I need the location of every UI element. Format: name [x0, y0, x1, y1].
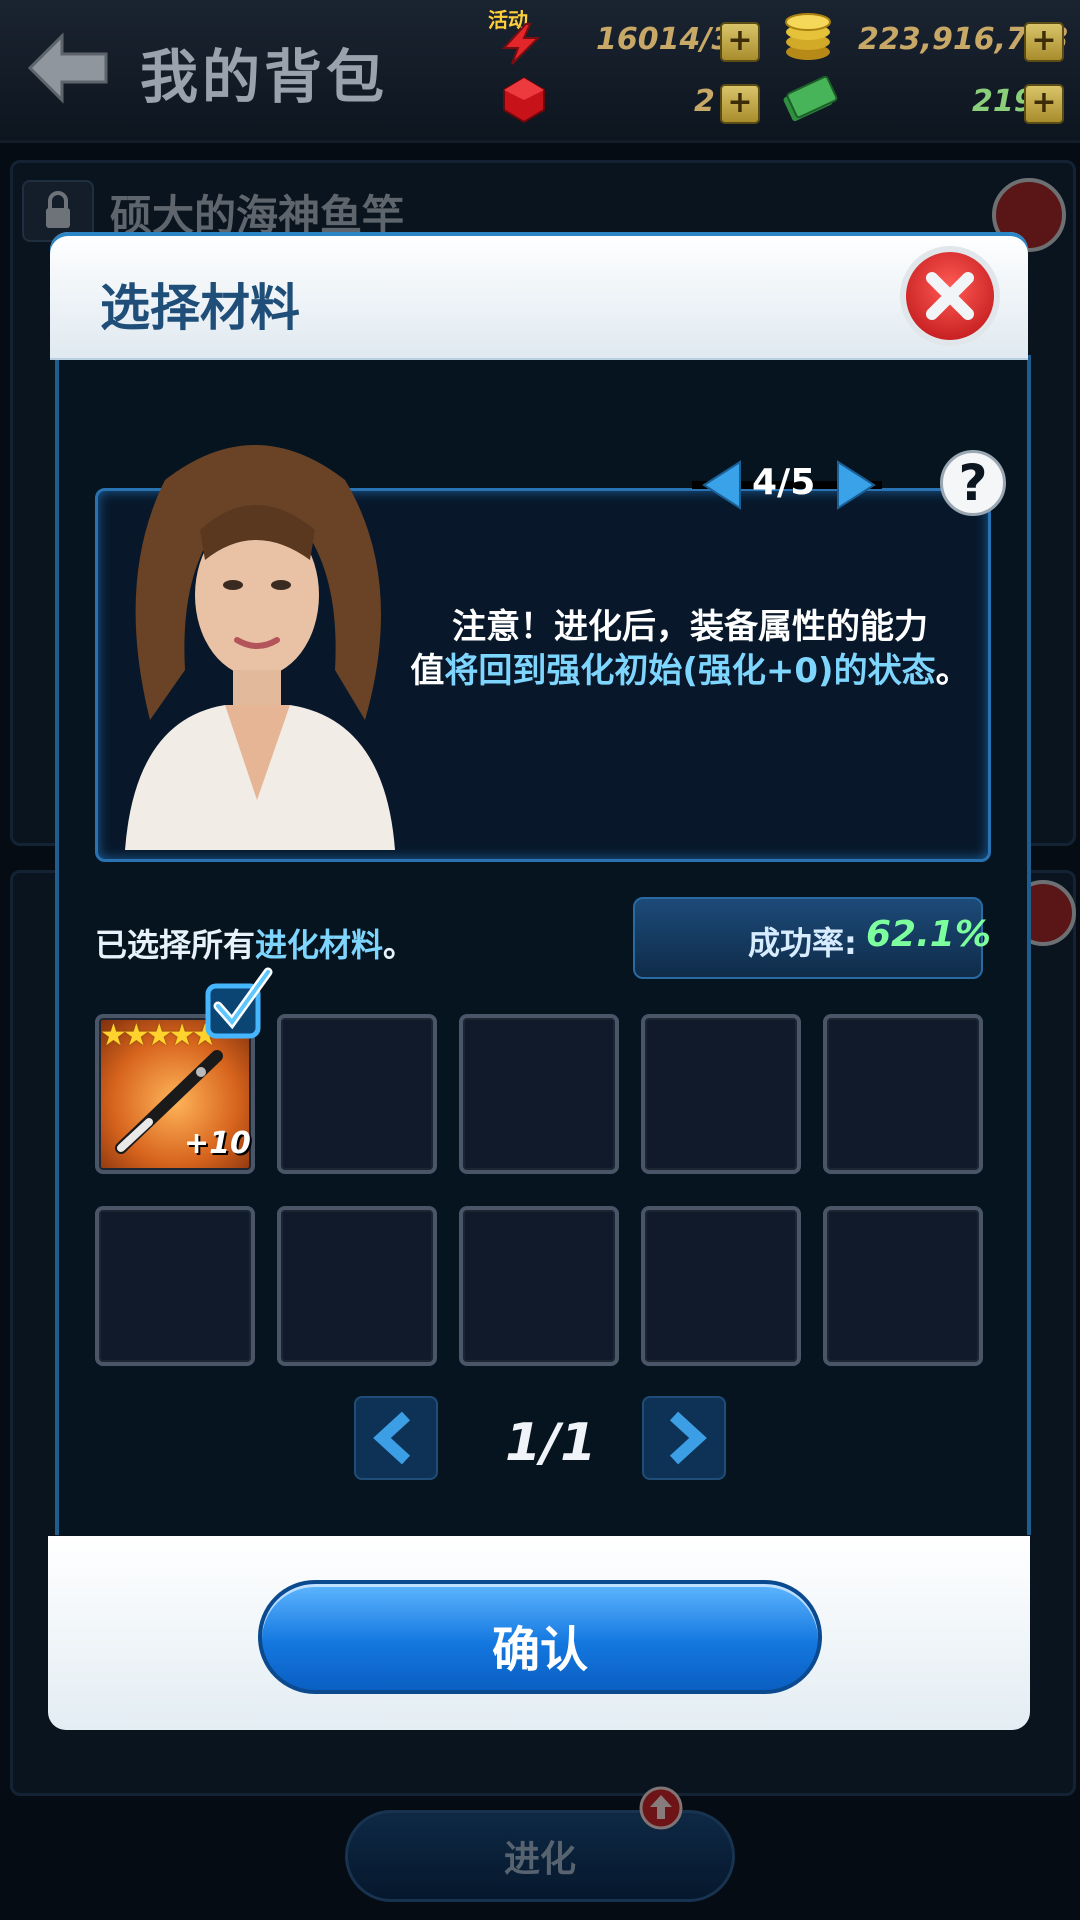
gems-value: 2: [694, 84, 715, 119]
selected-check-icon: [205, 967, 273, 1039]
chevron-right-icon: [669, 1411, 707, 1465]
advisor-portrait: [125, 445, 395, 850]
lightning-icon: [501, 23, 541, 65]
pager-next-icon[interactable]: [836, 460, 878, 510]
page-title: 我的背包: [140, 43, 389, 111]
material-slot-2[interactable]: [277, 1014, 437, 1174]
success-rate-value: 62.1%: [866, 914, 991, 955]
notice-end: 。: [935, 651, 970, 691]
success-rate-label: 成功率:: [748, 924, 857, 962]
cash-icon: [783, 75, 838, 122]
gold-plus-button[interactable]: +: [1024, 22, 1064, 62]
material-slot-10[interactable]: [823, 1206, 983, 1366]
gold-coins-icon: [785, 13, 831, 60]
notice-highlight: 将回到强化初始(强化+0)的状态: [444, 651, 936, 691]
back-arrow-icon[interactable]: [22, 28, 112, 108]
selected-materials-text: 已选择所有进化材料。: [95, 920, 415, 966]
pager-text: 4/5: [752, 462, 816, 503]
gems-plus-button[interactable]: +: [720, 84, 760, 124]
close-icon: [926, 272, 974, 320]
material-slot-3[interactable]: [459, 1014, 619, 1174]
help-button[interactable]: ?: [940, 450, 1006, 516]
confirm-button-label: 确认: [491, 1622, 588, 1678]
evolve-notice: 注意！进化后，装备属性的能力 值将回到强化初始(强化+0)的状态。: [410, 605, 970, 693]
selected-suffix: 。: [383, 926, 416, 964]
notice-line1: 注意！进化后，装备属性的能力: [452, 607, 928, 647]
cash-plus-button[interactable]: +: [1024, 84, 1064, 124]
material-slot-9[interactable]: [641, 1206, 801, 1366]
notice-line2-start: 值: [410, 651, 445, 691]
red-gem-icon: [503, 76, 545, 124]
material-slot-7[interactable]: [277, 1206, 437, 1366]
chevron-left-icon: [373, 1411, 411, 1465]
pager-prev-icon[interactable]: [700, 460, 742, 510]
material-stars: ★★★★★: [100, 1018, 219, 1053]
close-button[interactable]: [900, 246, 1000, 346]
selected-highlight: 进化材料: [255, 926, 384, 964]
material-slot-5[interactable]: [823, 1014, 983, 1174]
selected-prefix: 已选择所有: [95, 926, 256, 964]
page-indicator: 1/1: [505, 1413, 597, 1473]
material-slot-4[interactable]: [641, 1014, 801, 1174]
material-slot-8[interactable]: [459, 1206, 619, 1366]
page-next-button[interactable]: [642, 1396, 726, 1480]
material-level: +10: [184, 1126, 251, 1161]
page-prev-button[interactable]: [354, 1396, 438, 1480]
energy-plus-button[interactable]: +: [720, 22, 760, 62]
material-slot-6[interactable]: [95, 1206, 255, 1366]
modal-title: 选择材料: [100, 279, 300, 337]
